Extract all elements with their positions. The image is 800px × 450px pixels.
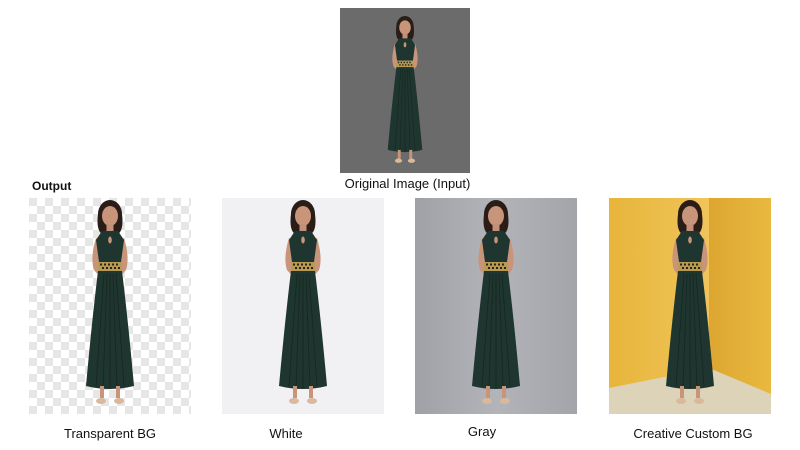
input-photo-svg <box>340 8 470 173</box>
transparent-photo-svg <box>29 198 191 414</box>
output-image-creative <box>609 198 771 414</box>
white-photo-svg <box>222 198 384 414</box>
gray-photo-svg <box>415 198 577 414</box>
input-caption: Original Image (Input) <box>344 176 471 191</box>
output-image-white <box>222 198 384 414</box>
input-image <box>340 8 470 173</box>
transparent-caption: Transparent BG <box>63 426 156 441</box>
creative-caption: Creative Custom BG <box>633 426 753 441</box>
output-image-transparent <box>29 198 191 414</box>
gray-caption: Gray <box>467 424 497 439</box>
white-caption: White <box>269 426 303 441</box>
creative-photo-svg <box>609 198 771 414</box>
output-image-gray <box>415 198 577 414</box>
output-section-label: Output <box>32 179 72 193</box>
